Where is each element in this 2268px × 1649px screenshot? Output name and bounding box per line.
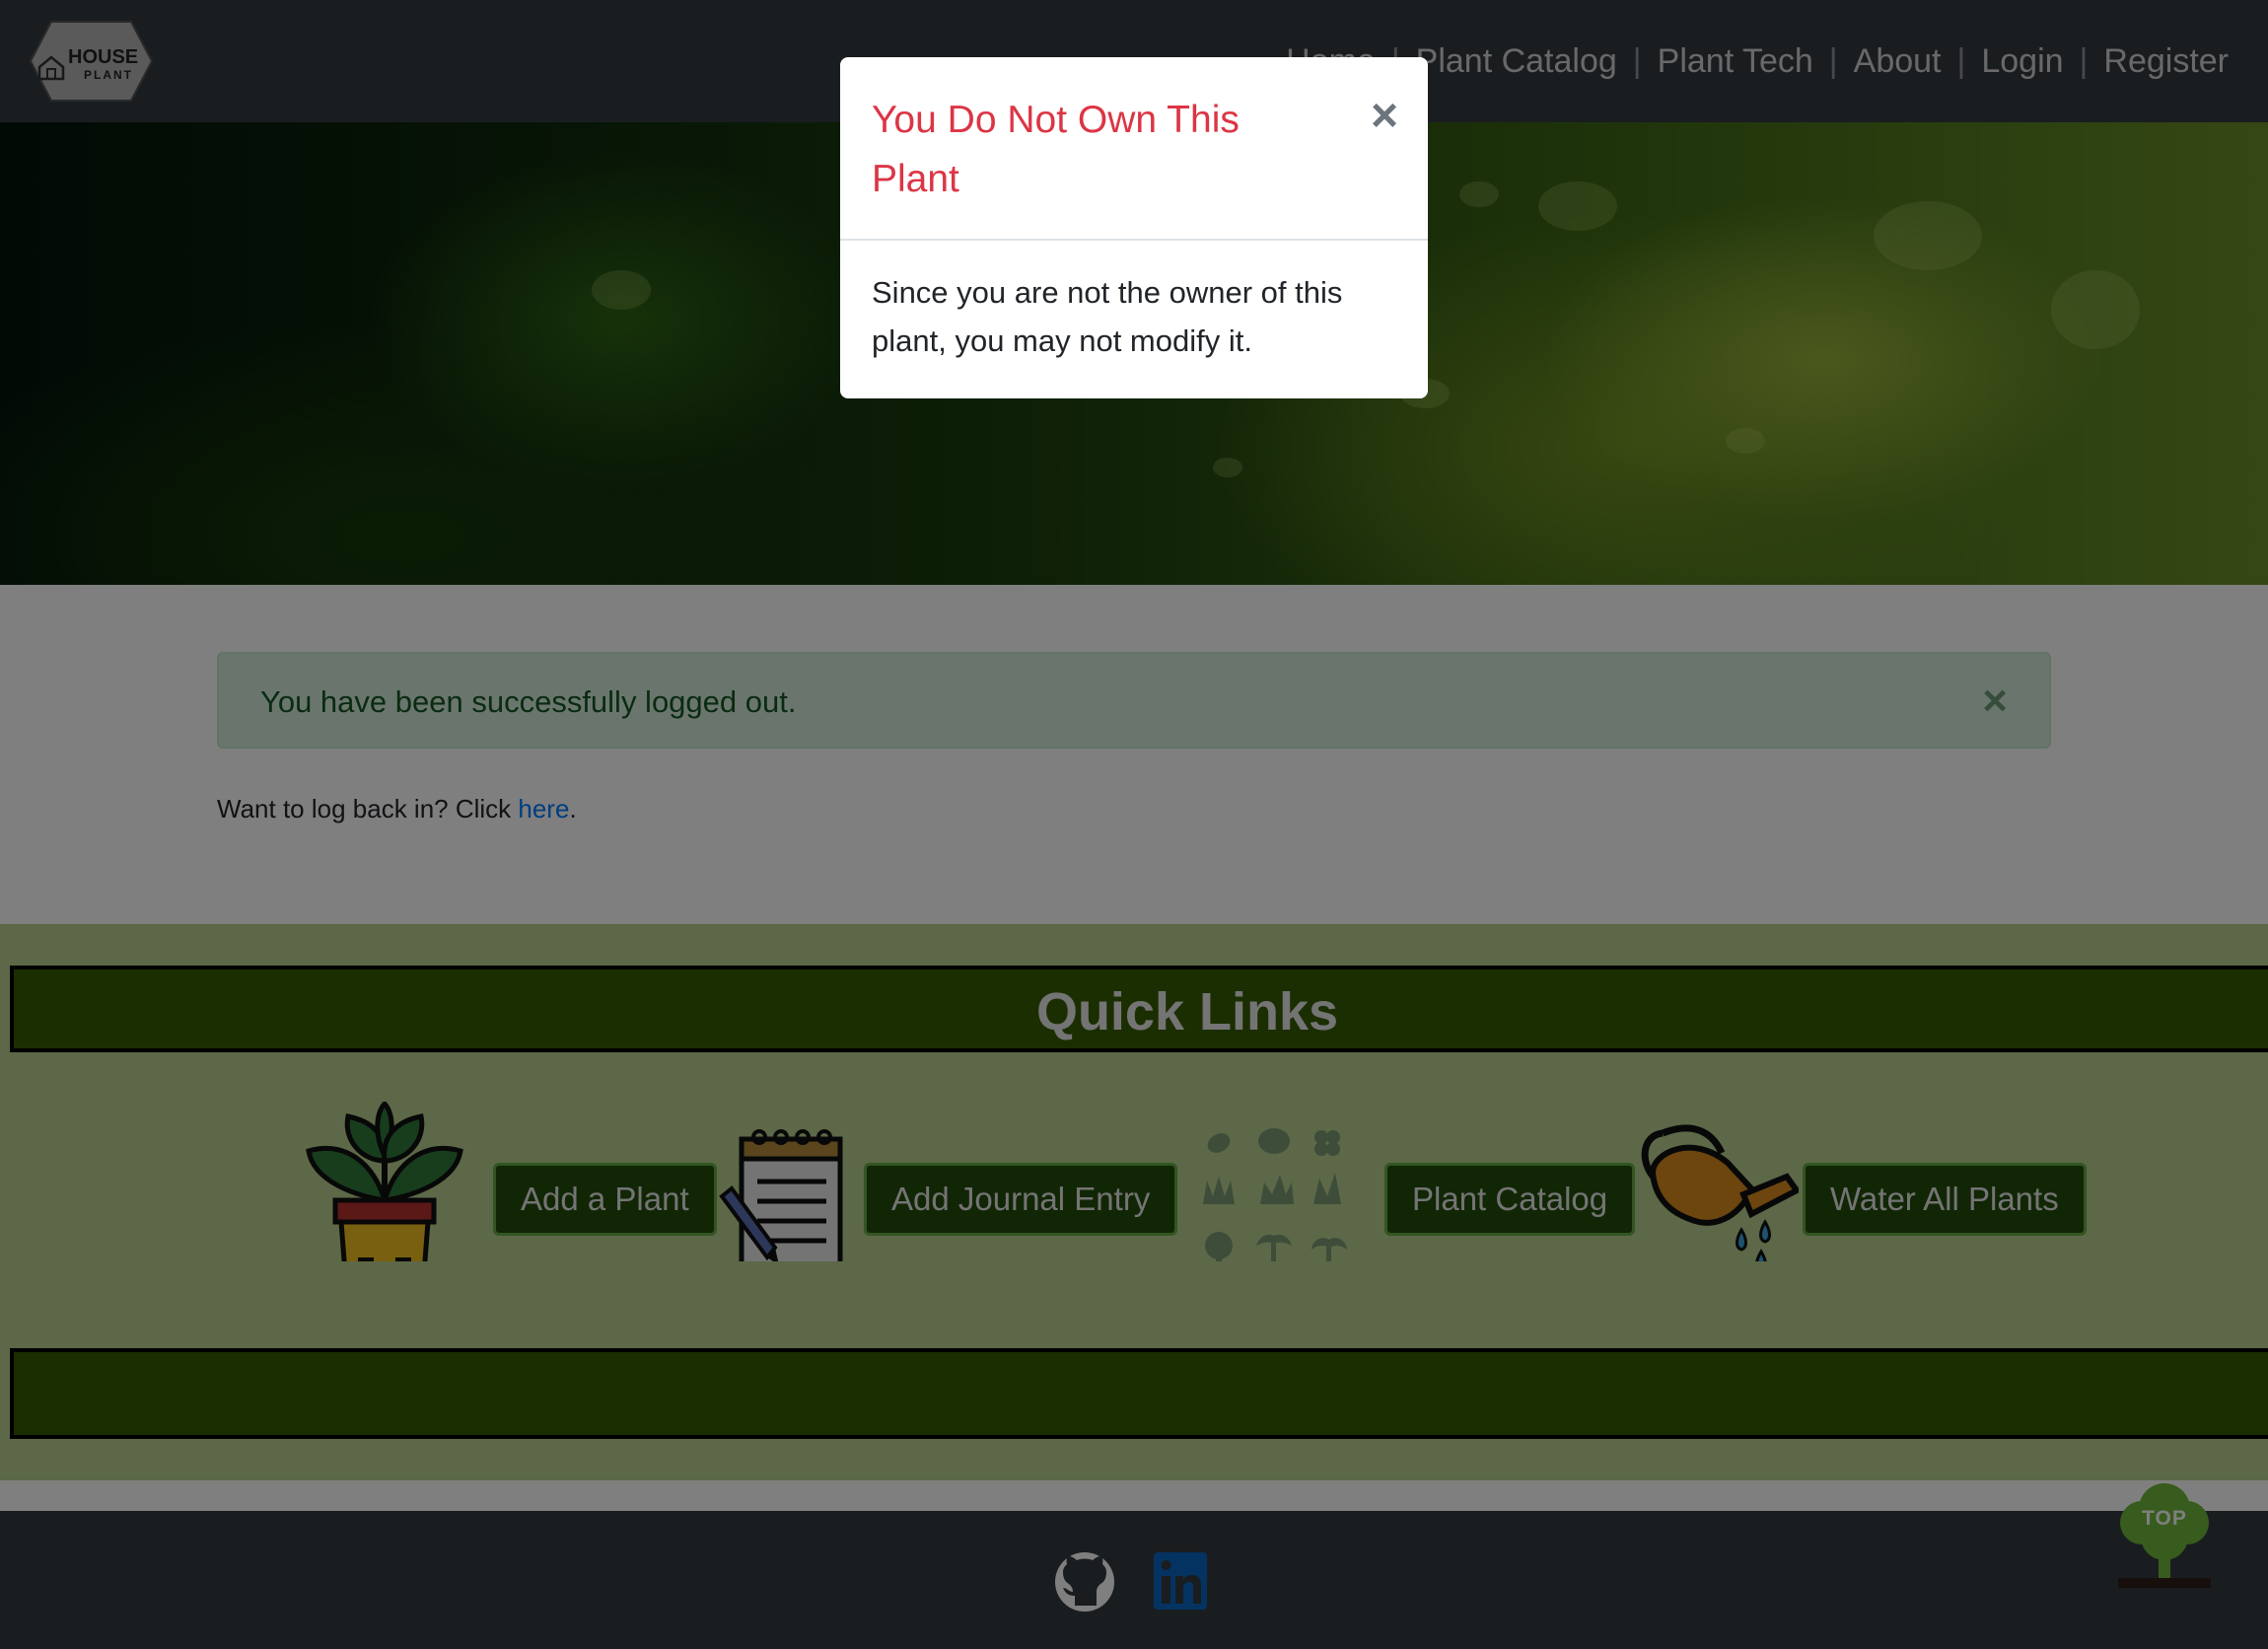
modal-header: You Do Not Own This Plant × (840, 57, 1428, 241)
modal-close-button[interactable]: × (1371, 93, 1398, 140)
modal-body: Since you are not the owner of this plan… (872, 275, 1343, 358)
ownership-modal: You Do Not Own This Plant × Since you ar… (840, 57, 1428, 398)
modal-title: You Do Not Own This Plant (872, 99, 1240, 200)
